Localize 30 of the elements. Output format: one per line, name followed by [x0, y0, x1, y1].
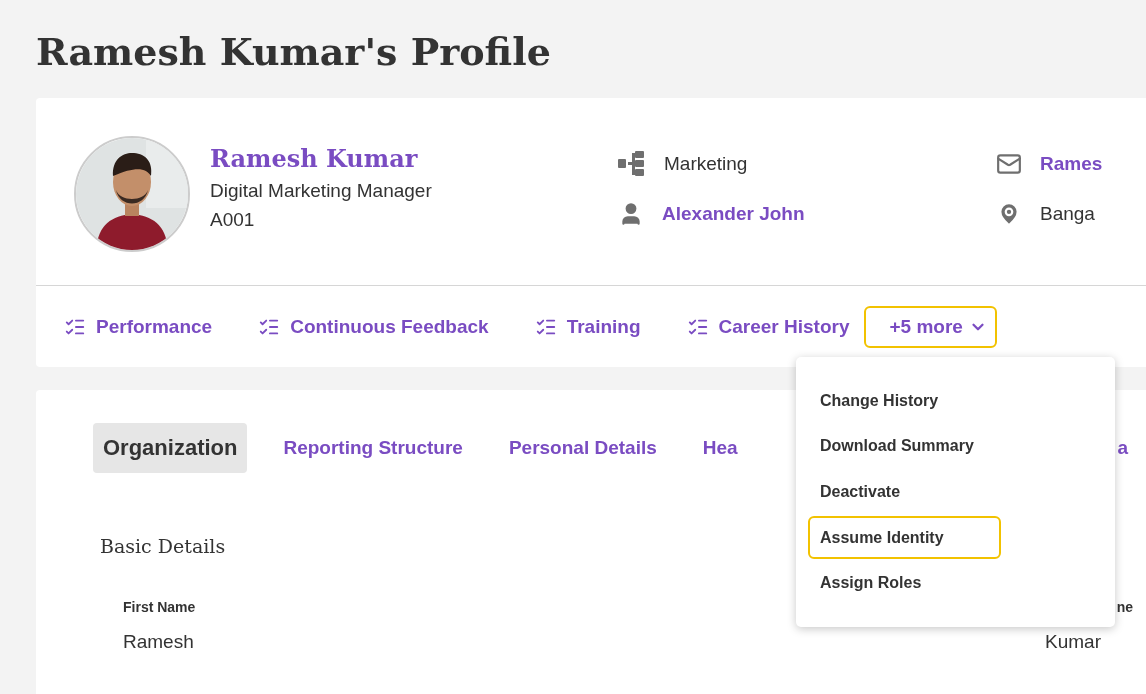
quick-link[interactable]: Performance [64, 315, 213, 338]
more-button[interactable]: +5 more [863, 305, 997, 348]
menu-item[interactable]: Deactivate [808, 470, 1001, 514]
section-tab[interactable]: Hea [692, 423, 748, 473]
menu-item[interactable]: Change History [808, 379, 1001, 423]
page-title: Ramesh Kumar's Profile [36, 28, 552, 76]
section-tab[interactable]: Organization [93, 423, 248, 473]
field-value: Ramesh [123, 631, 195, 653]
job-title: Digital Marketing Manager [210, 179, 432, 203]
section-tab[interactable]: Reporting Structure [273, 423, 473, 473]
detail-link[interactable]: Alexander John [662, 203, 805, 225]
quick-link[interactable]: Training [534, 315, 641, 338]
employee-id: A001 [210, 208, 256, 232]
quick-link[interactable]: Continuous Feedback [258, 315, 489, 338]
detail-text: Marketing [664, 153, 748, 175]
section-heading: Basic Details [100, 535, 226, 557]
mail-icon [996, 151, 1022, 177]
menu-item[interactable]: Assume Identity [808, 515, 1001, 560]
detail-link[interactable]: Rames [1040, 153, 1103, 175]
field-value: Kumar [1045, 631, 1102, 653]
section-tab[interactable]: Personal Details [498, 423, 667, 473]
menu-item[interactable]: Assign Roles [808, 561, 1001, 605]
field-label: ne [1116, 599, 1133, 615]
field-label: First Name [123, 599, 196, 615]
quick-link[interactable]: Career History [686, 315, 850, 338]
detail-text: Banga [1040, 203, 1095, 225]
employee-name: Ramesh Kumar [210, 143, 419, 175]
section-tab[interactable]: a [1117, 423, 1128, 473]
org-chart-icon [618, 151, 646, 177]
menu-item[interactable]: Download Summary [808, 424, 1001, 469]
